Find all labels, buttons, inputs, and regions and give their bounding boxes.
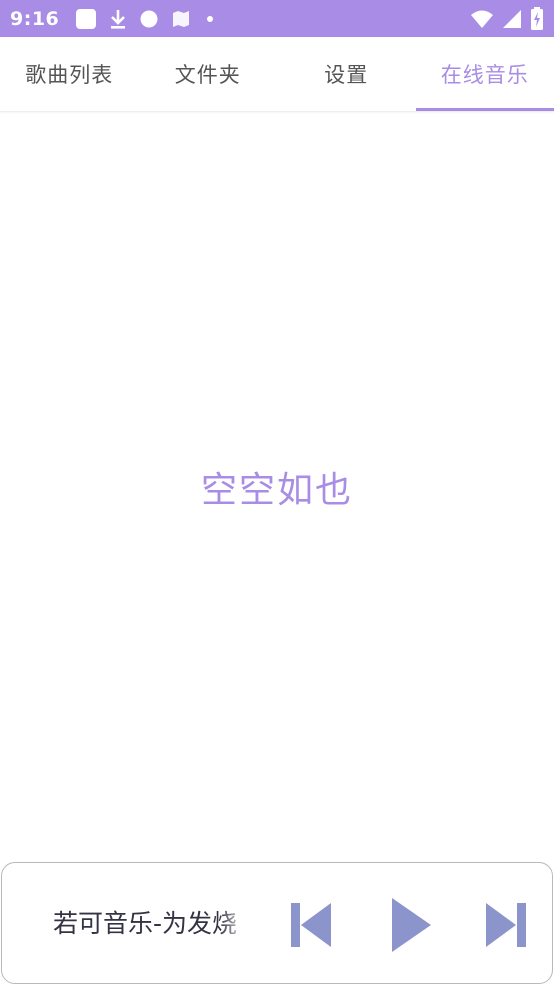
play-button[interactable] [387, 897, 435, 953]
status-system-icons [470, 6, 544, 31]
now-playing-title[interactable]: 若可音乐-为发烧 [53, 904, 247, 944]
previous-button[interactable] [289, 897, 333, 953]
status-time: 9:16 [10, 7, 60, 30]
tab-settings[interactable]: 设置 [277, 37, 416, 111]
tab-folders[interactable]: 文件夹 [139, 37, 278, 111]
play-icon [392, 898, 431, 952]
dot-icon [207, 15, 214, 22]
player-bar: 若可音乐-为发烧 [1, 862, 553, 984]
empty-state-text: 空空如也 [200, 470, 353, 511]
skip-previous-icon [291, 903, 331, 947]
next-button[interactable] [484, 897, 528, 953]
circle-icon [140, 10, 158, 27]
status-bar: 9:16 [0, 0, 554, 37]
battery-charging-icon [531, 6, 543, 30]
wifi-icon [471, 10, 493, 28]
tab-song-list[interactable]: 歌曲列表 [0, 37, 139, 111]
status-notification-icons [75, 8, 217, 30]
map-icon [173, 10, 190, 27]
signal-icon [503, 9, 521, 28]
square-icon [76, 8, 97, 29]
skip-next-icon [486, 903, 526, 947]
tab-online-music[interactable]: 在线音乐 [415, 37, 554, 111]
download-icon [111, 9, 126, 29]
content-area: 空空如也 [0, 111, 554, 861]
tab-bar: 歌曲列表 文件夹 设置 在线音乐 [0, 37, 554, 111]
